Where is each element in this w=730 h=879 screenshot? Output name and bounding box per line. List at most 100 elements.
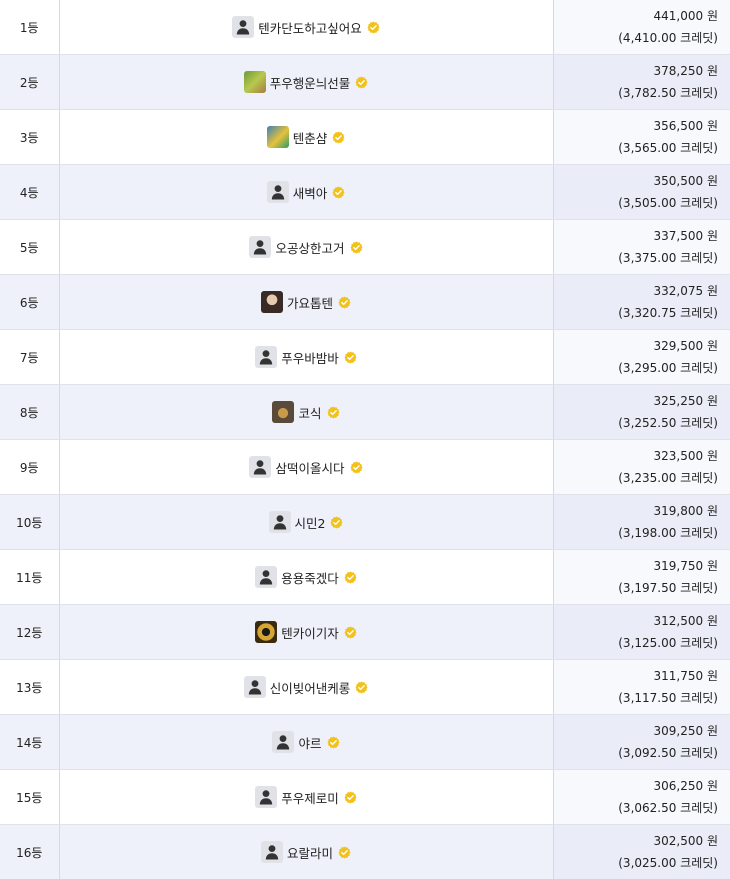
rank-cell: 4등: [0, 164, 60, 220]
rank-cell: 7등: [0, 329, 60, 385]
user-info[interactable]: 푸우제로미: [60, 786, 553, 808]
amount-won: 311,750 원: [653, 669, 718, 683]
nickname[interactable]: 푸우바밤바: [281, 348, 339, 367]
amount-won: 337,500 원: [653, 229, 718, 243]
user-silhouette-icon: [277, 735, 290, 750]
amount-cell: 319,800 원 (3,198.00 크레딧): [553, 494, 730, 550]
rank-label: 15등: [16, 790, 43, 805]
amount-won: 441,000 원: [653, 9, 718, 23]
avatar[interactable]: [260, 841, 283, 863]
nickname[interactable]: 푸우제로미: [281, 788, 339, 807]
nickname[interactable]: 코식: [298, 403, 321, 422]
avatar-image[interactable]: [260, 291, 283, 313]
nickname[interactable]: 새벽아: [293, 183, 328, 202]
ranking-row: 5등 오공상한고거 337,500 원 (3,375.00 크레딧): [0, 219, 730, 275]
verified-badge-icon: [344, 625, 357, 639]
rank-cell: 10등: [0, 494, 60, 550]
nickname[interactable]: 가요톱텐: [287, 293, 333, 312]
avatar-image[interactable]: [272, 401, 295, 423]
amount-credit: (3,197.50 크레딧): [618, 581, 718, 595]
verified-badge-icon: [332, 130, 345, 144]
amount-cell: 309,250 원 (3,092.50 크레딧): [553, 714, 730, 770]
avatar[interactable]: [272, 731, 295, 753]
amount-cell: 325,250 원 (3,252.50 크레딧): [553, 384, 730, 440]
amount-won: 319,800 원: [653, 504, 718, 518]
user-cell: 새벽아: [59, 164, 554, 220]
nickname[interactable]: 텐춘샴: [293, 128, 328, 147]
amount-cell: 323,500 원 (3,235.00 크레딧): [553, 439, 730, 495]
user-info[interactable]: 코식: [60, 401, 553, 423]
rank-cell: 15등: [0, 769, 60, 825]
rank-label: 6등: [19, 295, 39, 310]
user-silhouette-icon: [260, 790, 273, 805]
avatar[interactable]: [268, 511, 291, 533]
rank-label: 12등: [16, 625, 43, 640]
ranking-table-body: 1등 텐카단도하고싶어요 441,000 원 (4,410.00 크레딧) 2등…: [0, 0, 730, 879]
nickname[interactable]: 시민2: [295, 513, 326, 532]
avatar[interactable]: [255, 346, 278, 368]
ranking-row: 15등 푸우제로미 306,250 원 (3,062.50 크레딧): [0, 769, 730, 825]
user-info[interactable]: 텐카단도하고싶어요: [60, 16, 553, 38]
amount-won: 312,500 원: [653, 614, 718, 628]
ranking-row: 11등 용용죽겠다 319,750 원 (3,197.50 크레딧): [0, 549, 730, 605]
avatar-image[interactable]: [255, 621, 278, 643]
avatar[interactable]: [255, 566, 278, 588]
amount-credit: (3,025.00 크레딧): [618, 856, 718, 870]
user-cell: 야르: [59, 714, 554, 770]
user-info[interactable]: 가요톱텐: [60, 291, 553, 313]
amount-credit: (3,092.50 크레딧): [618, 746, 718, 760]
user-info[interactable]: 푸우행운늬선물: [60, 71, 553, 93]
user-info[interactable]: 용용죽겠다: [60, 566, 553, 588]
amount-credit: (3,320.75 크레딧): [618, 306, 718, 320]
avatar[interactable]: [255, 786, 278, 808]
rank-cell: 6등: [0, 274, 60, 330]
user-cell: 요랄라미: [59, 824, 554, 879]
rank-label: 1등: [19, 20, 39, 35]
nickname[interactable]: 신이빚어낸케롱: [270, 678, 351, 697]
rank-label: 14등: [16, 735, 43, 750]
nickname[interactable]: 푸우행운늬선물: [270, 73, 351, 92]
avatar[interactable]: [266, 181, 289, 203]
user-info[interactable]: 시민2: [60, 511, 553, 533]
nickname[interactable]: 용용죽겠다: [281, 568, 339, 587]
nickname[interactable]: 텐카단도하고싶어요: [258, 18, 362, 37]
amount-credit: (3,252.50 크레딧): [618, 416, 718, 430]
nickname[interactable]: 오공상한고거: [275, 238, 344, 257]
user-info[interactable]: 푸우바밤바: [60, 346, 553, 368]
user-cell: 가요톱텐: [59, 274, 554, 330]
amount-won: 323,500 원: [653, 449, 718, 463]
avatar[interactable]: [249, 456, 272, 478]
nickname[interactable]: 야르: [298, 733, 321, 752]
user-info[interactable]: 야르: [60, 731, 553, 753]
amount-cell: 332,075 원 (3,320.75 크레딧): [553, 274, 730, 330]
user-info[interactable]: 삼떡이올시다: [60, 456, 553, 478]
avatar-image[interactable]: [243, 71, 266, 93]
user-info[interactable]: 텐카이기자: [60, 621, 553, 643]
amount-cell: 329,500 원 (3,295.00 크레딧): [553, 329, 730, 385]
user-silhouette-icon: [271, 185, 284, 200]
rank-cell: 8등: [0, 384, 60, 440]
verified-badge-icon: [326, 405, 340, 419]
ranking-row: 9등 삼떡이올시다 323,500 원 (3,235.00 크레딧): [0, 439, 730, 495]
ranking-row: 12등 텐카이기자 312,500 원 (3,125.00 크레딧): [0, 604, 730, 660]
verified-badge-icon: [367, 20, 380, 34]
user-info[interactable]: 오공상한고거: [60, 236, 553, 258]
user-cell: 푸우행운늬선물: [59, 54, 554, 110]
amount-credit: (3,565.00 크레딧): [618, 141, 718, 155]
user-info[interactable]: 신이빚어낸케롱: [60, 676, 553, 698]
amount-cell: 441,000 원 (4,410.00 크레딧): [553, 0, 730, 55]
avatar-image[interactable]: [266, 126, 289, 148]
ranking-row: 6등 가요톱텐 332,075 원 (3,320.75 크레딧): [0, 274, 730, 330]
avatar[interactable]: [249, 236, 272, 258]
rank-cell: 1등: [0, 0, 60, 55]
user-cell: 용용죽겠다: [59, 549, 554, 605]
avatar[interactable]: [243, 676, 266, 698]
avatar[interactable]: [232, 16, 255, 38]
user-info[interactable]: 텐춘샴: [60, 126, 553, 148]
nickname[interactable]: 텐카이기자: [281, 623, 339, 642]
amount-won: 306,250 원: [653, 779, 718, 793]
nickname[interactable]: 삼떡이올시다: [275, 458, 344, 477]
user-info[interactable]: 요랄라미: [60, 841, 553, 863]
user-info[interactable]: 새벽아: [60, 181, 553, 203]
nickname[interactable]: 요랄라미: [287, 843, 333, 862]
